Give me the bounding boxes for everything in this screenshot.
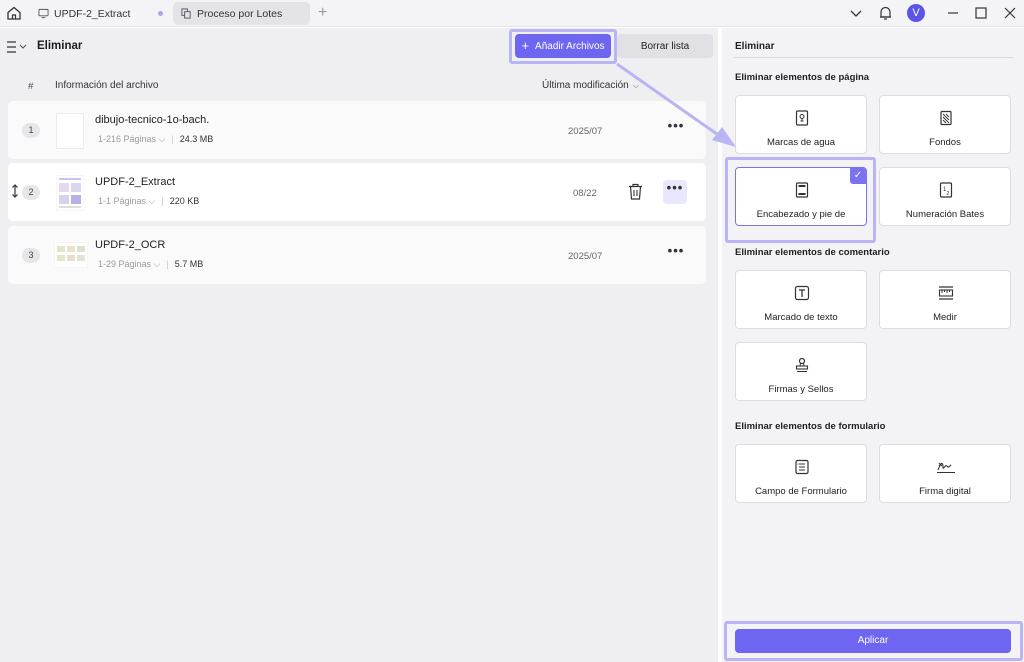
more-options-icon[interactable]: ••• xyxy=(666,244,686,262)
card-bates-numbering[interactable]: 12 Numeración Bates xyxy=(879,167,1011,226)
file-thumbnail xyxy=(54,242,88,268)
row-index: 3 xyxy=(22,248,40,263)
panel-title: Eliminar xyxy=(735,41,775,52)
avatar[interactable]: V xyxy=(907,4,925,22)
card-header-footer[interactable]: Encabezado y pie de ✓ xyxy=(735,167,867,226)
table-row[interactable]: 1 dibujo-tecnico-1o-bach. 1-216 Páginas … xyxy=(8,101,706,159)
maximize-icon[interactable] xyxy=(974,4,988,22)
file-size: 5.7 MB xyxy=(174,259,204,269)
card-backgrounds[interactable]: Fondos xyxy=(879,95,1011,154)
column-header-info: Información del archivo xyxy=(55,80,159,91)
file-size: 24.3 MB xyxy=(179,134,214,144)
section-title-comment: Eliminar elementos de comentario xyxy=(735,247,890,258)
bell-icon[interactable] xyxy=(878,4,893,22)
tab-label: UPDF-2_Extract xyxy=(54,7,131,20)
svg-text:2: 2 xyxy=(947,191,950,197)
header-footer-icon xyxy=(795,182,809,198)
file-meta: 1-29 Páginas ⌵ | 5.7 MB xyxy=(98,259,204,269)
file-name: UPDF-2_Extract xyxy=(95,176,176,188)
divider xyxy=(734,57,1013,58)
card-signatures-stamps[interactable]: Firmas y Sellos xyxy=(735,342,867,401)
file-thumbnail xyxy=(56,175,84,211)
watermark-icon xyxy=(795,110,809,126)
chevron-down-icon[interactable] xyxy=(849,4,863,22)
row-index: 1 xyxy=(22,123,40,138)
more-options-icon[interactable]: ••• xyxy=(666,119,686,137)
file-meta: 1-1 Páginas ⌵ | 220 KB xyxy=(98,196,200,206)
card-digital-signature[interactable]: Firma digital xyxy=(879,444,1011,503)
table-row[interactable]: 3 UPDF-2_OCR 1-29 Páginas ⌵ | 5.7 MB 2025/… xyxy=(8,226,706,284)
card-label: Fondos xyxy=(929,137,961,148)
section-title-form: Eliminar elementos de formulario xyxy=(735,421,886,432)
clear-list-button[interactable]: Borrar lista xyxy=(617,34,713,58)
file-size: 220 KB xyxy=(169,196,200,206)
file-meta: 1-216 Páginas ⌵ | 24.3 MB xyxy=(98,134,214,144)
form-field-icon xyxy=(795,459,809,475)
card-label: Marcas de agua xyxy=(766,137,836,148)
card-label: Marcado de texto xyxy=(764,312,838,323)
card-label: Firmas y Sellos xyxy=(768,384,834,395)
tab-batch[interactable]: Proceso por Lotes xyxy=(173,2,310,25)
add-files-label: Añadir Archivos xyxy=(535,40,605,52)
stamp-icon xyxy=(795,357,809,372)
card-watermarks[interactable]: Marcas de agua xyxy=(735,95,867,154)
digital-signature-icon xyxy=(937,462,955,473)
row-index: 2 xyxy=(22,185,40,200)
file-date: 08/22 xyxy=(573,188,597,199)
unsaved-dot xyxy=(158,11,163,16)
check-icon: ✓ xyxy=(850,168,866,184)
menu-icon[interactable] xyxy=(6,40,28,54)
card-label: Firma digital xyxy=(919,486,971,497)
card-label: Medir xyxy=(933,312,957,323)
file-date: 2025/07 xyxy=(568,251,603,262)
card-measure[interactable]: Medir xyxy=(879,270,1011,329)
page-range-dropdown[interactable]: 1-1 Páginas xyxy=(98,196,146,206)
close-icon[interactable] xyxy=(1003,4,1017,22)
file-date: 2025/07 xyxy=(568,126,603,137)
plus-icon: + xyxy=(521,38,530,53)
add-files-button[interactable]: + Añadir Archivos xyxy=(515,34,611,58)
file-name: dibujo-tecnico-1o-bach. xyxy=(95,114,210,126)
tab-label: Proceso por Lotes xyxy=(197,7,283,20)
file-thumbnail xyxy=(56,113,84,149)
measure-icon xyxy=(938,286,954,300)
page-range-dropdown[interactable]: 1-216 Páginas xyxy=(98,134,156,144)
home-icon[interactable] xyxy=(6,5,22,21)
card-label: Encabezado y pie de xyxy=(756,209,846,220)
trash-icon[interactable] xyxy=(628,183,643,200)
batch-icon xyxy=(181,8,191,19)
file-list-panel: Eliminar + Añadir Archivos Borrar lista … xyxy=(0,28,718,662)
title-bar: UPDF-2_Extract Proceso por Lotes + V xyxy=(0,0,1024,27)
card-label: Campo de Formulario xyxy=(755,486,847,497)
drag-handle-icon[interactable] xyxy=(11,184,19,198)
minimize-icon[interactable] xyxy=(946,4,960,22)
pdf-icon xyxy=(38,8,49,19)
file-name: UPDF-2_OCR xyxy=(95,239,166,251)
tab-document[interactable]: UPDF-2_Extract xyxy=(30,2,172,25)
bates-number-icon: 12 xyxy=(939,182,953,198)
table-row[interactable]: 2 UPDF-2_Extract 1-1 Páginas ⌵ | 220 KB 08… xyxy=(8,163,706,221)
options-panel: Eliminar Eliminar elementos de página Ma… xyxy=(722,28,1024,662)
card-text-markup[interactable]: Marcado de texto xyxy=(735,270,867,329)
column-header-label: Última modificación xyxy=(542,80,629,91)
chevron-down-icon: ⌵ xyxy=(632,81,639,90)
column-header-modified[interactable]: Última modificación ⌵ xyxy=(542,80,639,91)
column-header-index: # xyxy=(28,81,34,92)
section-title-page: Eliminar elementos de página xyxy=(735,72,870,83)
card-form-field[interactable]: Campo de Formulario xyxy=(735,444,867,503)
text-markup-icon xyxy=(794,285,810,301)
more-options-icon[interactable]: ••• xyxy=(663,180,687,204)
new-tab-icon[interactable]: + xyxy=(318,4,327,22)
apply-button[interactable]: Aplicar xyxy=(735,629,1011,653)
page-title: Eliminar xyxy=(37,40,83,52)
background-icon xyxy=(940,110,952,126)
page-range-dropdown[interactable]: 1-29 Páginas xyxy=(98,259,151,269)
card-label: Numeración Bates xyxy=(905,209,985,220)
